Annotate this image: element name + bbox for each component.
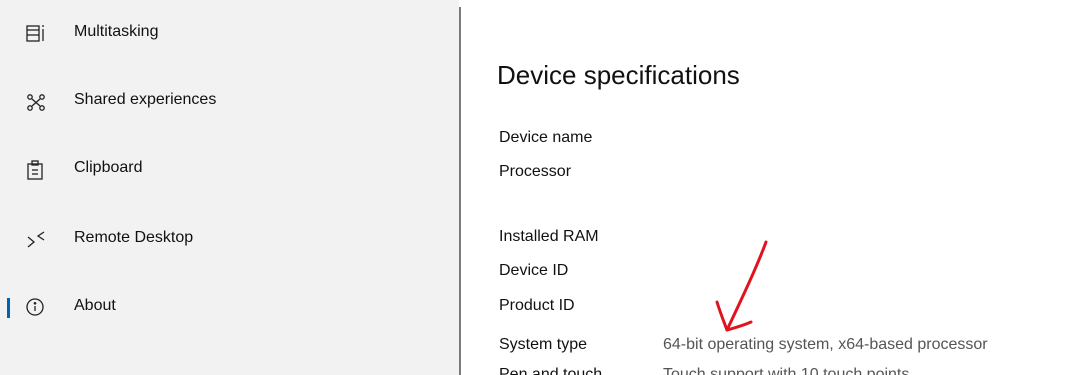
sidebar-item-label: Multitasking [74,23,159,40]
sidebar-item-about[interactable]: About [0,284,459,332]
spec-label-installed-ram: Installed RAM [499,228,599,245]
sidebar-item-shared-experiences[interactable]: Shared experiences [0,78,459,126]
spec-label-device-id: Device ID [499,262,569,279]
info-icon [24,296,48,320]
spec-label-product-id: Product ID [499,297,575,314]
sidebar-item-label: Clipboard [74,159,143,176]
page-title: Device specifications [497,60,740,90]
remote-desktop-icon [24,228,48,252]
sidebar-item-label: Shared experiences [74,91,217,108]
sidebar-item-label: About [74,297,116,314]
sidebar-item-clipboard[interactable]: Clipboard [0,146,459,194]
spec-label-system-type: System type [499,336,588,353]
spec-label-device-name: Device name [499,129,593,146]
spec-value-pen-and-touch: Touch support with 10 touch points [663,366,910,375]
multitasking-icon [24,22,48,46]
clipboard-icon [24,158,48,182]
sidebar-item-label: Remote Desktop [74,229,194,246]
sidebar-item-multitasking[interactable]: Multitasking [0,10,459,58]
sidebar: Multitasking Shared experiences Clipboar [0,0,459,375]
selection-indicator [7,298,10,318]
spec-value-system-type: 64-bit operating system, x64-based proce… [663,336,988,353]
red-arrow-annotation [715,240,768,332]
spec-label-processor: Processor [499,163,572,180]
shared-experiences-icon [24,90,48,114]
spec-label-pen-and-touch: Pen and touch [499,366,603,375]
sidebar-item-remote-desktop[interactable]: Remote Desktop [0,216,459,264]
